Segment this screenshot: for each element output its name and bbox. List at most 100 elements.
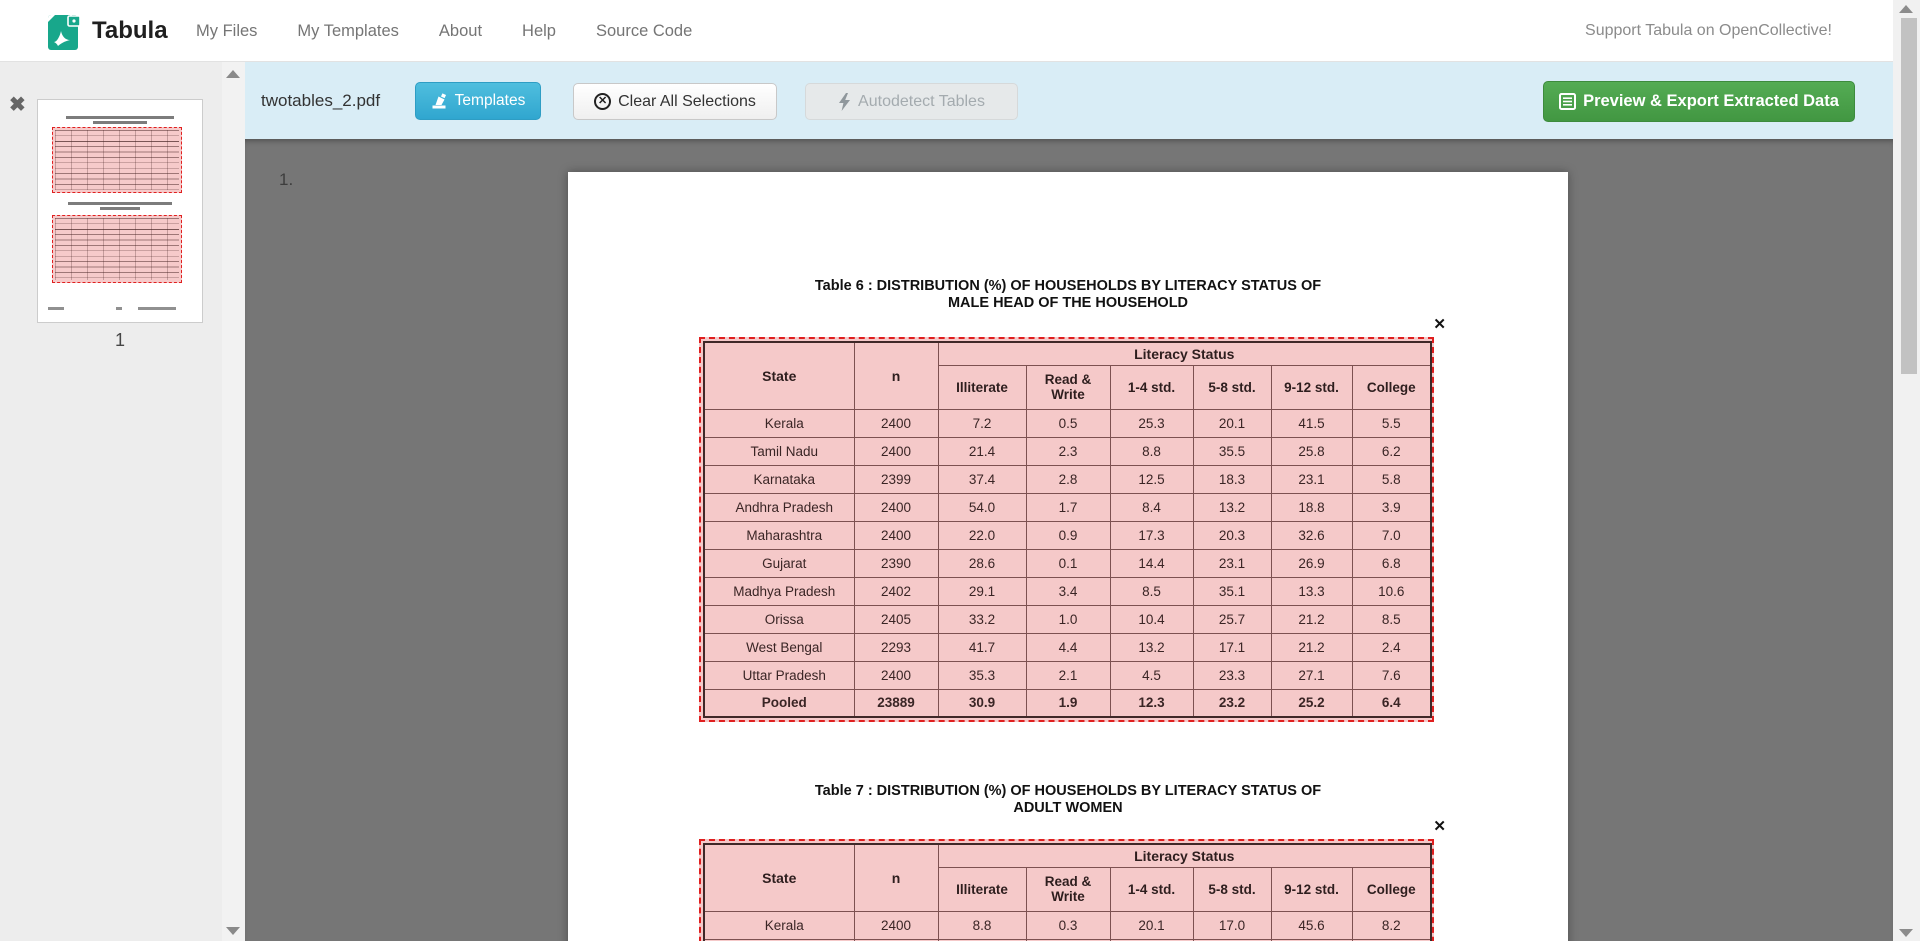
cell-value: 22.0 — [938, 521, 1026, 549]
col-header: College — [1352, 867, 1431, 911]
cell-value: 5.5 — [1352, 409, 1431, 437]
cell-value: 1.9 — [1026, 689, 1110, 717]
close-selection-icon[interactable]: ✕ — [1433, 317, 1446, 332]
cell-value: 2390 — [854, 549, 938, 577]
brand-name: Tabula — [92, 17, 168, 45]
cell-value: 8.8 — [938, 911, 1026, 939]
export-button-label: Preview & Export Extracted Data — [1583, 92, 1839, 111]
cell-value: 25.3 — [1110, 409, 1193, 437]
table-row: Andhra Pradesh240054.01.78.413.218.83.9 — [704, 493, 1431, 521]
cell-value: 45.6 — [1271, 911, 1352, 939]
pdf-data-table: StatenLiteracy StatusIlliterateRead & Wr… — [703, 843, 1432, 941]
table-row: Uttar Pradesh240035.32.14.523.327.17.6 — [704, 661, 1431, 689]
cell-value: 37.4 — [938, 465, 1026, 493]
cell-value: 6.8 — [1352, 549, 1431, 577]
document-filename: twotables_2.pdf — [261, 62, 380, 139]
nav-item-help[interactable]: Help — [522, 22, 556, 41]
cell-value: 10.4 — [1110, 605, 1193, 633]
pdf-page-1: Table 6 : DISTRIBUTION (%) OF HOUSEHOLDS… — [568, 172, 1568, 941]
scroll-down-icon[interactable] — [226, 927, 240, 935]
toolbar: twotables_2.pdf Templates ✕ Clear All Se… — [245, 62, 1893, 139]
cell-value: 18.8 — [1271, 493, 1352, 521]
cell-value: 8.4 — [1110, 493, 1193, 521]
scroll-up-icon[interactable] — [226, 70, 240, 78]
col-header: College — [1352, 365, 1431, 409]
cell-value: 3.9 — [1352, 493, 1431, 521]
support-link[interactable]: Support Tabula on OpenCollective! — [1585, 0, 1832, 62]
table-row: Madhya Pradesh240229.13.48.535.113.310.6 — [704, 577, 1431, 605]
cell-state: Pooled — [704, 689, 854, 717]
nav-item-my-files[interactable]: My Files — [196, 22, 257, 41]
cell-value: 14.4 — [1110, 549, 1193, 577]
brand[interactable]: Tabula — [48, 12, 168, 50]
table-row: Karnataka239937.42.812.518.323.15.8 — [704, 465, 1431, 493]
scroll-up-icon[interactable] — [1899, 5, 1913, 13]
cell-value: 0.9 — [1026, 521, 1110, 549]
col-header-state: State — [704, 844, 854, 911]
cell-value: 23889 — [854, 689, 938, 717]
thumbnail-selection-table6[interactable] — [52, 127, 182, 193]
cell-value: 0.5 — [1026, 409, 1110, 437]
cell-value: 25.2 — [1271, 689, 1352, 717]
cell-value: 2.3 — [1026, 437, 1110, 465]
cell-value: 18.3 — [1193, 465, 1271, 493]
cell-state: Kerala — [704, 409, 854, 437]
thumb-footer-mark — [48, 307, 64, 310]
cell-value: 7.2 — [938, 409, 1026, 437]
thumb-table-grid — [55, 130, 179, 190]
cell-value: 2.1 — [1026, 661, 1110, 689]
nav-item-my-templates[interactable]: My Templates — [297, 22, 398, 41]
cell-value: 21.2 — [1271, 633, 1352, 661]
table-row: Pooled2388930.91.912.323.225.26.4 — [704, 689, 1431, 717]
cell-value: 8.8 — [1110, 437, 1193, 465]
cell-value: 13.3 — [1271, 577, 1352, 605]
cell-value: 2400 — [854, 493, 938, 521]
thumb-footer-mark — [138, 307, 176, 310]
clear-all-selections-button[interactable]: ✕ Clear All Selections — [573, 83, 777, 120]
cell-value: 20.1 — [1110, 911, 1193, 939]
stamp-icon — [431, 93, 448, 110]
templates-button-label: Templates — [455, 92, 526, 110]
nav-item-about[interactable]: About — [439, 22, 482, 41]
nav-item-source-code[interactable]: Source Code — [596, 22, 692, 41]
cell-state: Gujarat — [704, 549, 854, 577]
preview-export-button[interactable]: Preview & Export Extracted Data — [1543, 81, 1855, 122]
cell-value: 5.8 — [1352, 465, 1431, 493]
cell-state: Andhra Pradesh — [704, 493, 854, 521]
cell-value: 35.5 — [1193, 437, 1271, 465]
cell-value: 2400 — [854, 521, 938, 549]
cell-value: 41.7 — [938, 633, 1026, 661]
window-scrollbar[interactable] — [1893, 0, 1920, 941]
remove-page-button[interactable]: ✖ — [9, 95, 26, 115]
autodetect-tables-button[interactable]: Autodetect Tables — [805, 83, 1018, 120]
table7-title: Table 7 : DISTRIBUTION (%) OF HOUSEHOLDS… — [568, 783, 1568, 816]
cell-value: 2400 — [854, 911, 938, 939]
clear-button-label: Clear All Selections — [618, 93, 756, 111]
cell-value: 21.2 — [1271, 605, 1352, 633]
table7: StatenLiteracy StatusIlliterateRead & Wr… — [703, 843, 1430, 941]
page-1-thumbnail[interactable] — [37, 99, 203, 323]
templates-button[interactable]: Templates — [415, 82, 541, 120]
scrollbar-thumb[interactable] — [1901, 18, 1917, 374]
selection-box-table6[interactable]: ✕ StatenLiteracy StatusIlliterateRead & … — [699, 337, 1434, 722]
thumb-title-line — [100, 207, 140, 210]
scroll-down-icon[interactable] — [1899, 929, 1913, 937]
thumbnail-selection-table7[interactable] — [52, 215, 182, 283]
cell-value: 2399 — [854, 465, 938, 493]
thumb-title-line — [68, 202, 172, 205]
col-header: Illiterate — [938, 867, 1026, 911]
table7-title-line1: Table 7 : DISTRIBUTION (%) OF HOUSEHOLDS… — [568, 783, 1568, 800]
col-header: 1-4 std. — [1110, 365, 1193, 409]
col-group-literacy-status: Literacy Status — [938, 342, 1431, 365]
cell-value: 17.0 — [1193, 911, 1271, 939]
cell-value: 7.0 — [1352, 521, 1431, 549]
sidebar-scrollbar[interactable] — [222, 62, 245, 941]
col-header: 5-8 std. — [1193, 867, 1271, 911]
close-selection-icon[interactable]: ✕ — [1433, 819, 1446, 834]
cell-value: 35.3 — [938, 661, 1026, 689]
selection-box-table7[interactable]: ✕ StatenLiteracy StatusIlliterateRead & … — [699, 839, 1434, 941]
cell-value: 17.1 — [1193, 633, 1271, 661]
cell-value: 2.8 — [1026, 465, 1110, 493]
cell-value: 10.6 — [1352, 577, 1431, 605]
cell-value: 8.2 — [1352, 911, 1431, 939]
